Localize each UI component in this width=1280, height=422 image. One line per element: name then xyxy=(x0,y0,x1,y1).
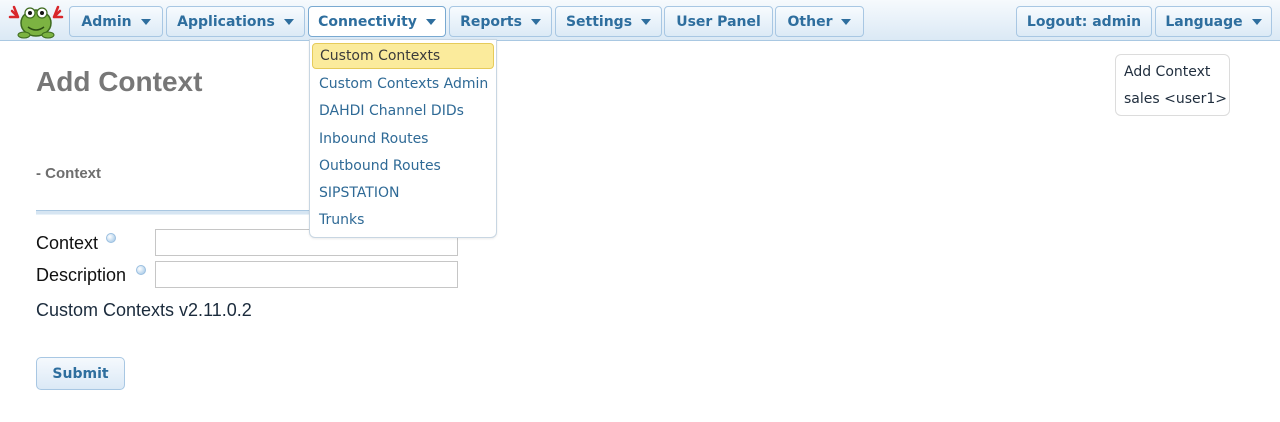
context-label: Context xyxy=(36,233,99,253)
nav-user-panel-label: User Panel xyxy=(676,13,761,30)
nav-applications-label: Applications xyxy=(177,13,275,30)
submit-button[interactable]: Submit xyxy=(36,357,125,390)
chevron-down-icon xyxy=(425,19,436,25)
right-nav-box: Add Context sales <user1> xyxy=(1115,54,1230,116)
nav-applications-menu[interactable]: Applications xyxy=(166,6,305,37)
description-input[interactable] xyxy=(155,261,458,288)
section-title: - Context xyxy=(36,165,101,182)
connectivity-dropdown-menu: Custom Contexts Custom Contexts Admin DA… xyxy=(309,39,497,238)
context-list-item[interactable]: sales <user1> xyxy=(1124,91,1227,107)
nav-connectivity-label: Connectivity xyxy=(318,13,417,30)
chevron-down-icon xyxy=(841,19,852,25)
nav-other-menu[interactable]: Other xyxy=(775,6,864,37)
nav-settings-label: Settings xyxy=(565,13,633,30)
nav-admin-menu[interactable]: Admin xyxy=(69,6,163,37)
menu-item-sipstation[interactable]: SIPSTATION xyxy=(312,180,494,206)
language-label: Language xyxy=(1165,13,1243,30)
chevron-down-icon xyxy=(283,19,294,25)
page-title: Add Context xyxy=(36,66,203,97)
logout-button[interactable]: Logout: admin xyxy=(1016,6,1152,37)
nav-other-label: Other xyxy=(787,13,833,30)
nav-user-panel-button[interactable]: User Panel xyxy=(664,6,773,37)
frog-logo-icon[interactable] xyxy=(8,3,64,39)
section-divider xyxy=(36,210,310,215)
menu-item-dahdi-channel-dids[interactable]: DAHDI Channel DIDs xyxy=(312,98,494,124)
logout-label: Logout: admin xyxy=(1026,13,1142,30)
nav-settings-menu[interactable]: Settings xyxy=(555,6,662,37)
top-nav-bar: Admin Applications Connectivity Reports … xyxy=(0,0,1280,41)
module-version-text: Custom Contexts v2.11.0.2 xyxy=(36,300,252,320)
language-menu[interactable]: Language xyxy=(1155,6,1272,37)
menu-item-custom-contexts-admin[interactable]: Custom Contexts Admin xyxy=(312,71,494,97)
chevron-down-icon xyxy=(641,19,652,25)
chevron-down-icon xyxy=(140,19,151,25)
chevron-down-icon xyxy=(530,19,541,25)
menu-item-outbound-routes[interactable]: Outbound Routes xyxy=(312,153,494,179)
chevron-down-icon xyxy=(1251,19,1262,25)
nav-reports-label: Reports xyxy=(460,13,522,30)
menu-item-trunks[interactable]: Trunks xyxy=(312,207,494,233)
nav-connectivity-menu[interactable]: Connectivity xyxy=(308,6,446,37)
nav-reports-menu[interactable]: Reports xyxy=(449,6,552,37)
menu-item-inbound-routes[interactable]: Inbound Routes xyxy=(312,126,494,152)
description-label: Description xyxy=(36,265,127,285)
nav-admin-label: Admin xyxy=(81,13,132,30)
help-icon[interactable] xyxy=(136,265,146,275)
add-context-link[interactable]: Add Context xyxy=(1124,64,1210,80)
menu-item-custom-contexts[interactable]: Custom Contexts xyxy=(312,43,494,69)
help-icon[interactable] xyxy=(106,233,116,243)
